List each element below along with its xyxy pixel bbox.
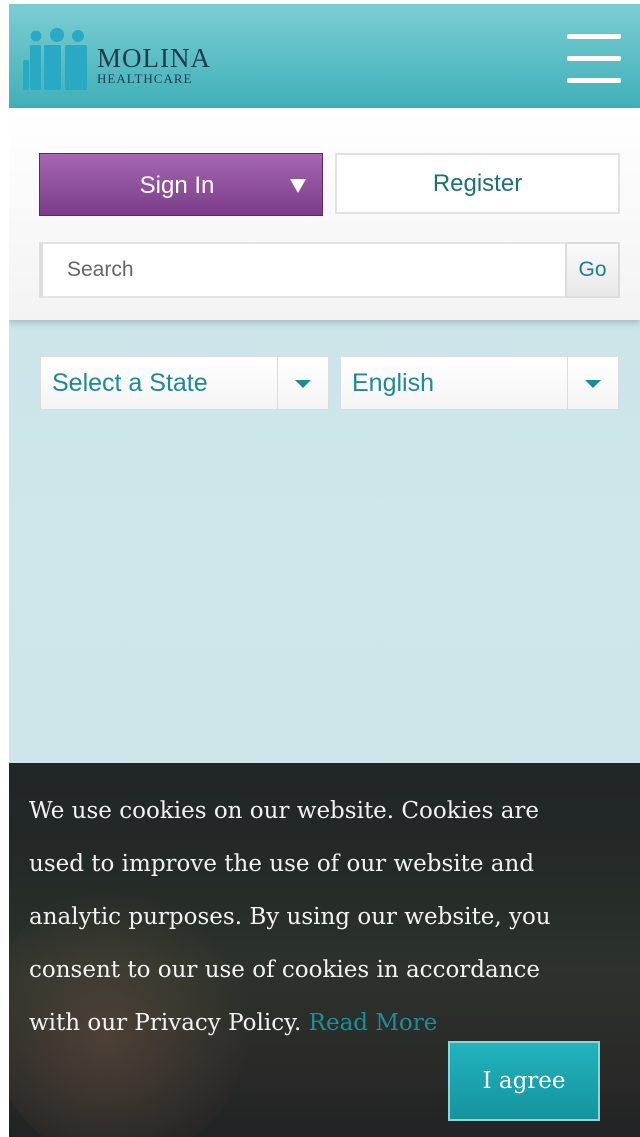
caret-down-icon — [290, 179, 306, 193]
logo-wordmark: MOLINA HEALTHCARE — [97, 44, 211, 85]
language-select[interactable]: English — [340, 356, 619, 410]
logo-molina-text: MOLINA — [97, 43, 211, 73]
cookie-message: We use cookies on our website. Cookies a… — [29, 785, 589, 1050]
account-panel: Sign In Register Go — [9, 108, 640, 320]
logo-healthcare-text: HEALTHCARE — [97, 71, 193, 86]
caret-down-icon — [585, 380, 601, 388]
caret-down-icon — [295, 380, 311, 388]
language-select-toggle[interactable] — [567, 357, 618, 409]
sign-in-label: Sign In — [139, 172, 215, 199]
cookie-banner: We use cookies on our website. Cookies a… — [9, 763, 640, 1137]
page-frame: MOLINA HEALTHCARE Sign In Register Go Se… — [9, 4, 640, 1137]
sign-in-button[interactable]: Sign In — [39, 153, 323, 216]
state-select[interactable]: Select a State — [40, 356, 329, 410]
search-go-button[interactable]: Go — [565, 242, 620, 298]
logo-people-icon — [23, 28, 87, 90]
site-header: MOLINA HEALTHCARE — [9, 4, 640, 108]
hamburger-menu-icon[interactable] — [565, 30, 625, 86]
agree-button[interactable]: I agree — [448, 1041, 600, 1121]
state-select-toggle[interactable] — [277, 357, 328, 409]
search-input[interactable] — [39, 242, 567, 298]
state-select-value: Select a State — [52, 369, 208, 397]
language-select-value: English — [352, 369, 434, 397]
molina-logo[interactable]: MOLINA HEALTHCARE — [23, 26, 263, 90]
cookie-text: We use cookies on our website. Cookies a… — [29, 798, 551, 1036]
register-button[interactable]: Register — [335, 153, 620, 214]
read-more-link[interactable]: Read More — [309, 1010, 438, 1036]
